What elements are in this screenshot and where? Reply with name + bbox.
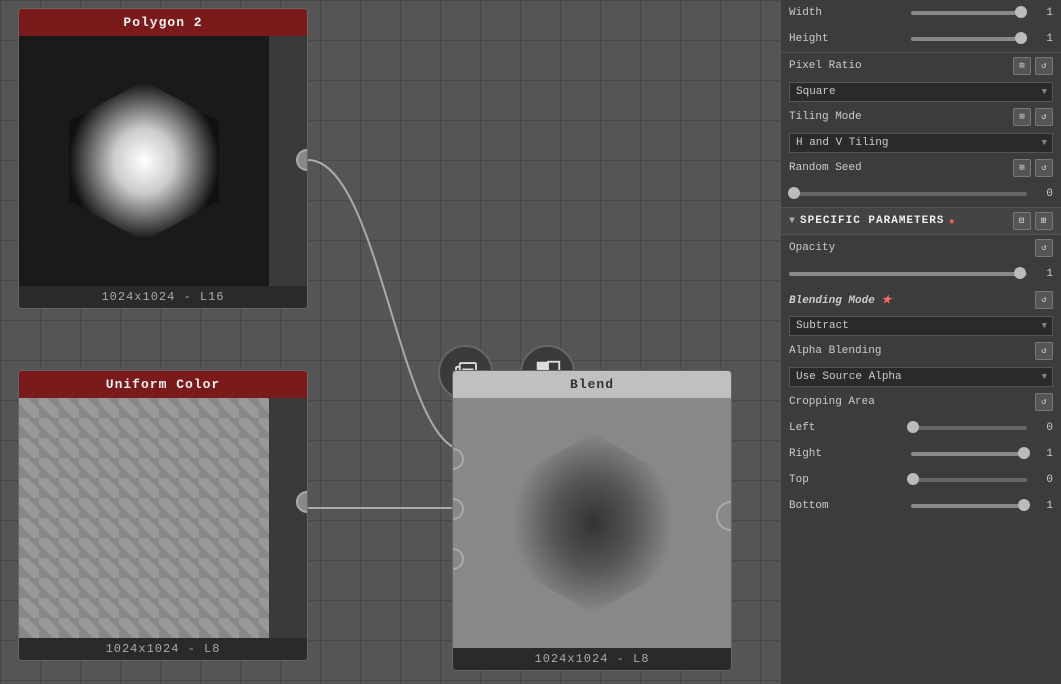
pixel-ratio-label: Pixel Ratio [789,60,1013,72]
bottom-slider[interactable] [911,504,1027,508]
polygon2-footer: 1024x1024 - L16 [19,286,307,308]
alpha-blending-select[interactable]: Use Source Alpha [789,367,1053,387]
random-seed-slider[interactable] [789,192,1027,196]
cropping-area-label: Cropping Area [789,396,1035,408]
specific-params-label: SPECIFIC PARAMETERS [800,215,944,227]
polygon2-output-connector[interactable] [296,149,308,171]
bottom-label: Bottom [789,500,905,512]
blending-mode-row: Blending Mode ★ ↺ [781,287,1061,313]
bottom-value: 1 [1033,500,1053,512]
uniform-color-output-connector[interactable] [296,491,308,513]
top-label: Top [789,474,905,486]
opacity-row: Opacity ↺ [781,235,1061,261]
blend-preview [453,398,732,648]
alpha-blending-row: Alpha Blending ↺ [781,338,1061,364]
pixel-ratio-dropdown-wrapper[interactable]: Square [789,81,1053,102]
opacity-icons: ↺ [1035,239,1053,257]
top-value: 0 [1033,474,1053,486]
specific-params-header[interactable]: ▼ SPECIFIC PARAMETERS ★ ⊟ ⊞ [781,207,1061,235]
blend-title: Blend [453,371,731,398]
tiling-mode-label: Tiling Mode [789,111,1013,123]
height-value: 1 [1033,33,1053,45]
top-slider[interactable] [911,478,1027,482]
pixel-ratio-select[interactable]: Square [789,82,1053,102]
opacity-label: Opacity [789,242,1035,254]
tiling-mode-icon2[interactable]: ↺ [1035,108,1053,126]
random-seed-value: 0 [1033,188,1053,200]
height-label: Height [789,33,905,45]
node-blend: Blend 1024x1024 - L8 [452,370,732,671]
uniform-color-preview [19,398,269,638]
blend-footer: 1024x1024 - L8 [453,648,731,670]
cropping-area-icons: ↺ [1035,393,1053,411]
uniform-color-title: Uniform Color [19,371,307,398]
height-row: Height 1 [781,26,1061,52]
random-seed-row: Random Seed ⊞ ↺ [781,155,1061,181]
blending-mode-select[interactable]: Subtract [789,316,1053,336]
pixel-ratio-icon2[interactable]: ↺ [1035,57,1053,75]
width-value: 1 [1033,7,1053,19]
blending-mode-icon[interactable]: ↺ [1035,291,1053,309]
tiling-mode-icon1[interactable]: ⊞ [1013,108,1031,126]
pixel-ratio-icons: ⊞ ↺ [1013,57,1053,75]
width-slider[interactable] [911,11,1027,15]
random-seed-icon2[interactable]: ↺ [1035,159,1053,177]
node-uniform-color: Uniform Color 1024x1024 - L8 [18,370,308,661]
specific-params-star: ★ [948,214,956,228]
right-panel: Width 1 Height 1 Pixel Ratio ⊞ ↺ Square … [780,0,1061,684]
alpha-blending-icons: ↺ [1035,342,1053,360]
right-label: Right [789,448,905,460]
alpha-blending-label: Alpha Blending [789,345,1035,357]
right-row: Right 1 [781,441,1061,467]
specific-params-icon2[interactable]: ⊞ [1035,212,1053,230]
specific-params-icon1[interactable]: ⊟ [1013,212,1031,230]
left-label: Left [789,422,905,434]
height-slider[interactable] [911,37,1027,41]
width-row: Width 1 [781,0,1061,26]
tiling-mode-icons: ⊞ ↺ [1013,108,1053,126]
blending-mode-label: Blending Mode ★ [789,293,1035,307]
left-row: Left 0 [781,415,1061,441]
opacity-icon[interactable]: ↺ [1035,239,1053,257]
cropping-area-row: Cropping Area ↺ [781,389,1061,415]
canvas-area: Polygon 2 1024x1024 - L16 [0,0,780,684]
left-slider[interactable] [911,426,1027,430]
polygon2-preview [19,36,269,286]
tiling-mode-dropdown-wrapper[interactable]: H and V Tiling [789,132,1053,153]
node-polygon2: Polygon 2 1024x1024 - L16 [18,8,308,309]
random-seed-icon1[interactable]: ⊞ [1013,159,1031,177]
random-seed-icons: ⊞ ↺ [1013,159,1053,177]
pixel-ratio-row: Pixel Ratio ⊞ ↺ [781,53,1061,79]
collapse-icon: ▼ [789,216,796,227]
bottom-row: Bottom 1 [781,493,1061,519]
blending-mode-dropdown-wrapper[interactable]: Subtract [789,315,1053,336]
tiling-mode-select[interactable]: H and V Tiling [789,133,1053,153]
blending-mode-icons: ↺ [1035,291,1053,309]
random-seed-label: Random Seed [789,162,1013,174]
alpha-blending-icon[interactable]: ↺ [1035,342,1053,360]
left-value: 0 [1033,422,1053,434]
opacity-slider[interactable] [789,272,1027,276]
opacity-slider-row: 1 [781,261,1061,287]
top-row: Top 0 [781,467,1061,493]
specific-params-icons: ⊟ ⊞ [1013,212,1053,230]
cropping-area-icon[interactable]: ↺ [1035,393,1053,411]
opacity-value: 1 [1033,268,1053,280]
random-seed-slider-row: 0 [781,181,1061,207]
right-slider[interactable] [911,452,1027,456]
width-label: Width [789,7,905,19]
right-value: 1 [1033,448,1053,460]
pixel-ratio-icon1[interactable]: ⊞ [1013,57,1031,75]
alpha-blending-dropdown-wrapper[interactable]: Use Source Alpha [789,366,1053,387]
tiling-mode-row: Tiling Mode ⊞ ↺ [781,104,1061,130]
uniform-color-footer: 1024x1024 - L8 [19,638,307,660]
polygon2-title: Polygon 2 [19,9,307,36]
